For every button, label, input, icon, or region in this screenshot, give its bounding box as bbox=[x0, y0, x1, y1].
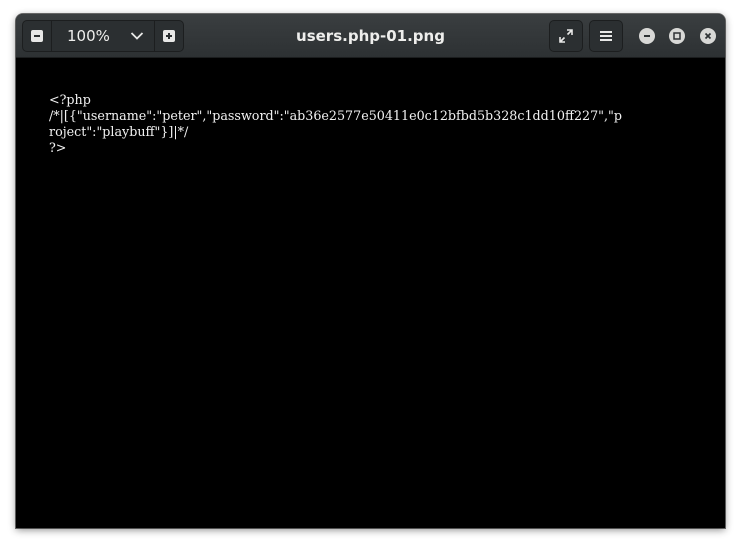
zoom-level-dropdown[interactable]: 100% bbox=[52, 21, 154, 51]
plus-icon bbox=[163, 30, 175, 42]
header-bar: 100% users.php-01.png bbox=[16, 14, 725, 58]
fullscreen-button[interactable] bbox=[549, 20, 583, 52]
maximize-icon bbox=[673, 32, 681, 40]
image-text-line-2: /*|[{"username":"peter","password":"ab36… bbox=[49, 108, 622, 123]
image-text-line-4: ?> bbox=[49, 140, 67, 155]
zoom-in-button[interactable] bbox=[154, 21, 183, 51]
close-icon bbox=[704, 32, 712, 40]
expand-icon bbox=[559, 29, 573, 43]
maximize-button[interactable] bbox=[669, 28, 685, 44]
zoom-level-value: 100% bbox=[67, 27, 110, 45]
image-canvas: <?php /*|[{"username":"peter","password"… bbox=[16, 58, 725, 528]
minimize-icon bbox=[644, 35, 650, 37]
image-text-line-3: roject":"playbuff"}]|*/ bbox=[49, 124, 189, 139]
minimize-button[interactable] bbox=[639, 28, 655, 44]
displayed-image-text: <?php /*|[{"username":"peter","password"… bbox=[49, 92, 622, 156]
image-viewer-window: 100% users.php-01.png <?php /*|[{"userna… bbox=[16, 14, 725, 528]
hamburger-menu-icon bbox=[600, 31, 612, 41]
minus-icon bbox=[31, 30, 43, 42]
menu-button[interactable] bbox=[589, 20, 623, 52]
chevron-down-icon bbox=[130, 32, 144, 40]
zoom-control-group: 100% bbox=[22, 20, 184, 52]
zoom-out-button[interactable] bbox=[23, 21, 52, 51]
close-button[interactable] bbox=[700, 28, 716, 44]
image-text-line-1: <?php bbox=[49, 92, 91, 107]
